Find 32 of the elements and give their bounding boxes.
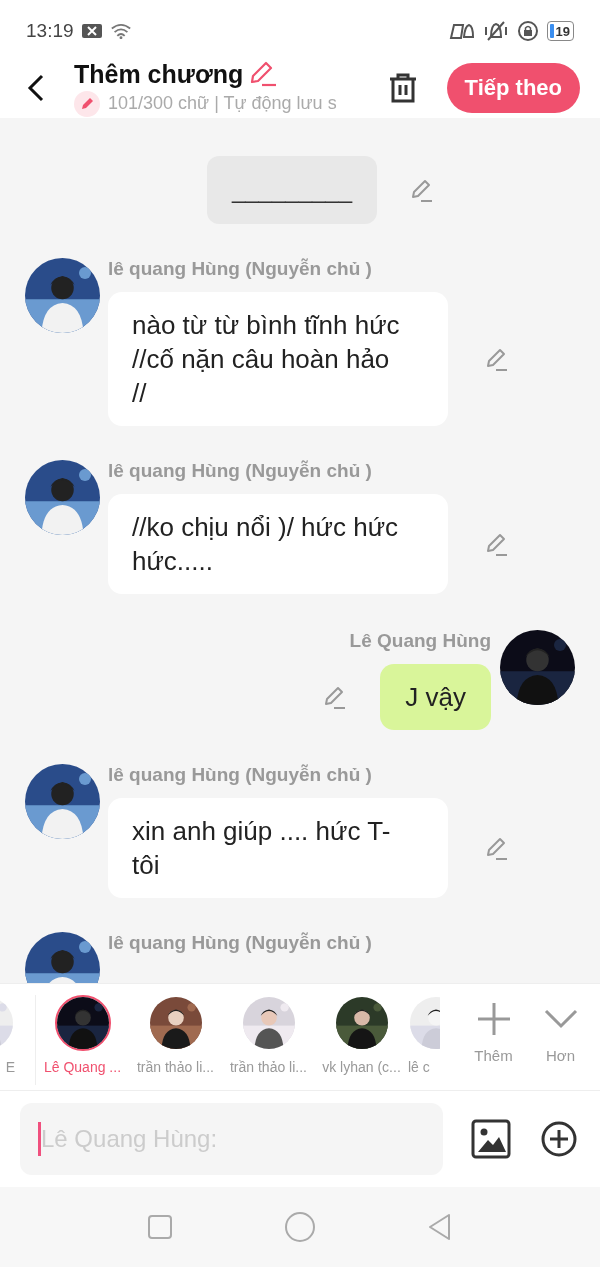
battery-icon: 19 [546,21,574,41]
image-icon[interactable] [471,1119,511,1159]
message-bubble: nào từ từ bình tĩnh hức //cố nặn câu hoàn hảo // [108,292,448,426]
message-bubble: J vậy [380,664,491,730]
more-button[interactable]: Hơn [527,999,594,1064]
clock-time: 13:19 [26,20,74,42]
add-circle-icon[interactable] [539,1119,579,1159]
message-bubble: xin anh giúp .... hức T-tôi [108,798,448,898]
sender-name: lê quang Hùng (Nguyễn chủ ) [108,460,373,482]
narration-bubble: _________ [207,156,377,224]
message-bubble: //ko chịu nổi )/ hức hức hức..... [108,494,448,594]
word-count-status: 101/300 chữ | Tự động lưu s [108,93,337,114]
wifi-icon [109,22,132,40]
pencil-icon [74,90,100,117]
character-name[interactable]: Lê Quang ... [43,1059,122,1075]
sender-name: lê quang Hùng (Nguyễn chủ ) [108,764,373,786]
sender-name: lê quang Hùng (Nguyễn chủ ) [108,258,373,280]
add-button[interactable]: Thêm [460,999,527,1064]
sender-name: Lê Quang Hùng [349,630,491,652]
notification-icon [81,23,102,39]
character-name[interactable]: trần thảo li... [229,1059,307,1075]
character-name[interactable]: lê c [408,1059,430,1075]
character-name[interactable]: E [5,1059,15,1075]
character-name[interactable]: trần thảo li... [136,1059,214,1075]
next-button[interactable]: Tiếp theo [446,63,580,113]
sender-name: lê quang Hùng (Nguyễn chủ ) [108,932,372,954]
home-icon[interactable] [284,1211,316,1243]
rotation-lock-icon [516,20,539,42]
pencil-icon[interactable] [249,60,278,88]
muted-bell-icon [482,20,509,42]
character-name[interactable]: vk lyhan (c... [322,1059,401,1075]
chapter-title: Thêm chương [74,59,244,89]
